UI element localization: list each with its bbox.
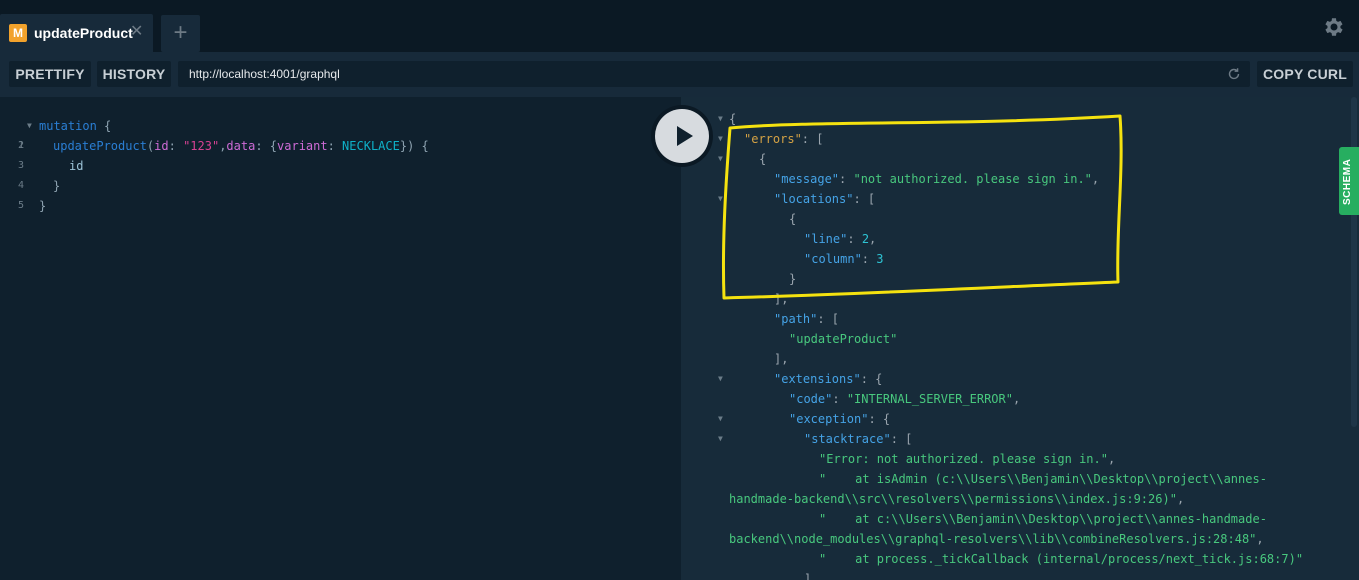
json-line: "column": 3 [804, 252, 884, 266]
fold-arrow-icon[interactable]: ▼ [718, 149, 723, 169]
reload-icon[interactable] [1227, 67, 1241, 81]
history-button[interactable]: HISTORY [97, 61, 171, 87]
json-line: " at isAdmin (c:\\Users\\Benjamin\\Deskt… [819, 472, 1267, 486]
endpoint-url-input[interactable]: http://localhost:4001/graphql [178, 61, 1250, 87]
json-line: handmade-backend\\src\\resolvers\\permis… [729, 492, 1185, 506]
close-icon[interactable]: ✕ [130, 23, 143, 41]
json-line: } [789, 272, 797, 286]
json-line: { [759, 152, 767, 166]
fold-arrow-icon[interactable]: ▼ [718, 129, 723, 149]
gear-icon[interactable] [1321, 15, 1345, 39]
json-line: "code": "INTERNAL_SERVER_ERROR", [789, 392, 1021, 406]
play-icon [677, 126, 693, 146]
json-line: backend\\node_modules\\graphql-resolvers… [729, 532, 1264, 546]
fold-arrow-icon[interactable]: ▼ [27, 116, 32, 136]
fold-arrow-icon[interactable]: ▼ [718, 109, 723, 129]
run-button[interactable] [651, 105, 713, 167]
fold-arrow-icon[interactable]: ▼ [718, 189, 723, 209]
tab-badge: M [9, 24, 27, 42]
query-line: updateProduct(id: "123",data: {variant: … [53, 139, 429, 153]
json-line: "line": 2, [804, 232, 877, 246]
json-line: ] [804, 572, 812, 580]
schema-tab[interactable]: SCHEMA [1339, 147, 1359, 215]
tab-bar: M updateProduct ✕ + [0, 0, 1359, 52]
endpoint-url-text: http://localhost:4001/graphql [189, 67, 340, 81]
json-line: ], [774, 352, 789, 366]
copy-curl-button[interactable]: COPY CURL [1257, 61, 1353, 87]
json-line: "extensions": { [774, 372, 883, 386]
json-line: "updateProduct" [789, 332, 898, 346]
json-line: ], [774, 292, 789, 306]
tab-update-product[interactable]: M updateProduct ✕ [0, 14, 153, 52]
json-line: { [729, 112, 737, 126]
json-line: " at process._tickCallback (internal/pro… [819, 552, 1304, 566]
fold-arrow-icon[interactable]: ▼ [718, 369, 723, 389]
response-panel: ▼ ▼ ▼ ▼ ▼ ▼ ▼ { "errors": [ { "message":… [681, 97, 1359, 580]
json-line: "exception": { [789, 412, 891, 426]
query-line: } [53, 179, 61, 193]
json-line: " at c:\\Users\\Benjamin\\Desktop\\proje… [819, 512, 1267, 526]
tab-title: updateProduct [34, 25, 133, 41]
fold-arrow-icon[interactable]: ▼ [718, 409, 723, 429]
run-button-face [655, 109, 709, 163]
schema-tab-label: SCHEMA [1342, 158, 1353, 205]
json-line: "stacktrace": [ [804, 432, 913, 446]
json-line: "message": "not authorized. please sign … [774, 172, 1100, 186]
json-line: "errors": [ [744, 132, 824, 146]
line-number: 1 [17, 140, 24, 151]
json-line: "Error: not authorized. please sign in."… [819, 452, 1116, 466]
add-tab-button[interactable]: + [161, 15, 200, 52]
query-line: mutation { [39, 119, 112, 133]
prettify-button[interactable]: PRETTIFY [9, 61, 91, 87]
json-line: { [789, 212, 797, 226]
query-line: id [69, 159, 84, 173]
query-editor[interactable]: 1 ▼ 2 3 4 5 mutation { updateProduct(id:… [0, 97, 681, 580]
json-line: "locations": [ [774, 192, 876, 206]
toolbar: PRETTIFY HISTORY http://localhost:4001/g… [0, 52, 1359, 97]
fold-arrow-icon[interactable]: ▼ [718, 429, 723, 449]
query-line: } [39, 199, 47, 213]
json-line: "path": [ [774, 312, 840, 326]
